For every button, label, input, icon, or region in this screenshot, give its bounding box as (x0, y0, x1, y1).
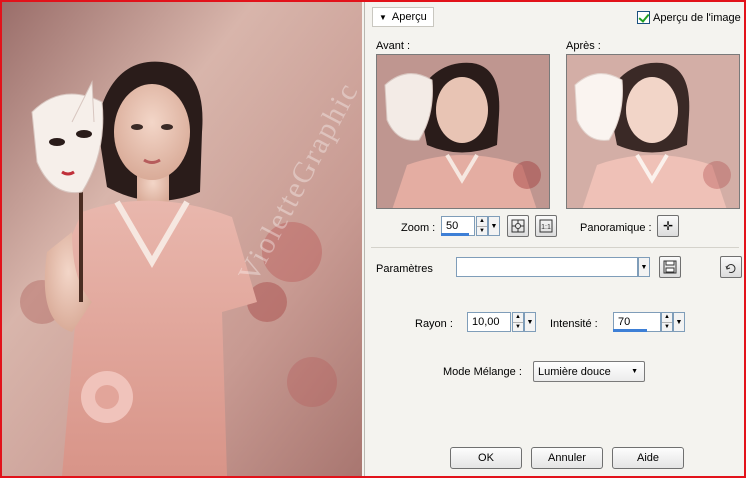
ok-button[interactable]: OK (450, 447, 522, 469)
image-preview-label: Aperçu de l'image (653, 11, 741, 24)
before-preview-image (377, 55, 549, 208)
intensity-value: 70 (618, 316, 631, 328)
intensity-dropdown-button[interactable]: ▼ (673, 312, 685, 332)
before-preview[interactable] (376, 54, 550, 209)
zoom-dropdown-button[interactable]: ▼ (488, 216, 500, 236)
chevron-down-icon: ▼ (490, 222, 498, 230)
before-label: Avant : (376, 40, 411, 52)
zoom-fit-icon (511, 219, 525, 233)
intensity-level-bar (613, 329, 661, 332)
actual-size-icon: 1:1 (539, 219, 553, 233)
preview-toggle[interactable]: ▼ Aperçu (372, 7, 434, 27)
image-preview-checkbox[interactable] (637, 11, 650, 24)
arrow-down-icon[interactable]: ▼ (513, 321, 523, 332)
chevron-down-icon: ▼ (526, 318, 534, 326)
pan-label: Panoramique : (580, 222, 652, 234)
after-preview[interactable] (566, 54, 740, 209)
blend-mode-label: Mode Mélange : (443, 366, 522, 378)
radius-dropdown-button[interactable]: ▼ (524, 312, 536, 332)
triangle-down-icon: ▼ (379, 12, 387, 22)
move-icon: ✛ (662, 219, 674, 233)
radius-input[interactable]: 10,00 (467, 312, 511, 332)
chevron-down-icon: ▼ (631, 368, 638, 375)
radius-stepper[interactable]: ▲ ▼ (512, 312, 524, 332)
image-preview-option[interactable]: Aperçu de l'image (637, 11, 741, 24)
after-label: Après : (566, 40, 601, 52)
radius-value: 10,00 (472, 316, 500, 328)
zoom-value: 50 (446, 220, 459, 232)
arrow-up-icon[interactable]: ▲ (662, 313, 672, 322)
svg-text:1:1: 1:1 (541, 224, 551, 231)
reset-icon (725, 264, 736, 273)
intensity-stepper[interactable]: ▲ ▼ (661, 312, 673, 332)
save-preset-button[interactable] (659, 256, 681, 278)
painting-canvas: VioletteGraphic (2, 2, 362, 476)
floppy-disk-icon (663, 260, 677, 274)
cancel-button[interactable]: Annuler (531, 447, 603, 469)
after-preview-image (567, 55, 739, 208)
radius-label: Rayon : (415, 318, 453, 330)
presets-dropdown-button[interactable]: ▼ (638, 257, 650, 277)
zoom-label: Zoom : (401, 222, 436, 234)
chevron-down-icon: ▼ (640, 263, 648, 271)
zoom-fit-button[interactable] (507, 215, 529, 237)
blend-mode-select[interactable]: Lumière douce ▼ (533, 361, 645, 382)
chevron-down-icon: ▼ (675, 318, 683, 326)
section-divider (371, 247, 739, 248)
presets-label: Paramètres (376, 263, 433, 275)
intensity-label: Intensité : (550, 318, 598, 330)
preview-toggle-label: Aperçu (391, 11, 427, 23)
arrow-up-icon[interactable]: ▲ (477, 217, 487, 226)
zoom-progress (441, 233, 469, 236)
zoom-stepper[interactable]: ▲ ▼ (476, 216, 488, 236)
pan-button[interactable]: ✛ (657, 215, 679, 237)
zoom-actual-size-button[interactable]: 1:1 (535, 215, 557, 237)
reset-preset-button[interactable] (720, 256, 742, 278)
filter-settings-panel: ▼ Aperçu Aperçu de l'image Avant : Après… (364, 2, 744, 476)
arrow-down-icon[interactable]: ▼ (477, 225, 487, 236)
painting-image (2, 2, 362, 476)
dialog-frame: VioletteGraphic ▼ Aperçu Aperçu de l'ima… (0, 0, 746, 478)
arrow-up-icon[interactable]: ▲ (513, 313, 523, 322)
presets-combobox[interactable] (456, 257, 638, 277)
blend-mode-value: Lumière douce (538, 365, 611, 378)
arrow-down-icon[interactable]: ▼ (662, 321, 672, 332)
intensity-level-fill (613, 329, 647, 332)
help-button[interactable]: Aide (612, 447, 684, 469)
